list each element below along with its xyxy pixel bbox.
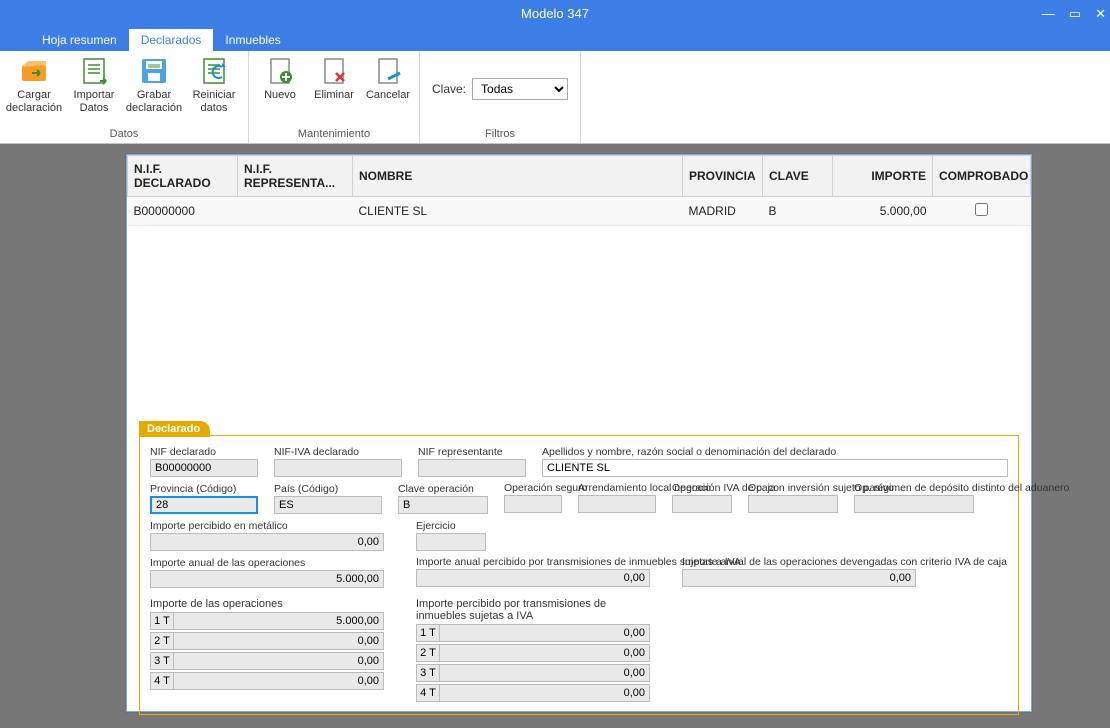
titlebar: Modelo 347 — ▭ ✕ — [0, 0, 1110, 27]
maximize-icon[interactable]: ▭ — [1069, 6, 1081, 22]
ejercicio-field[interactable] — [416, 533, 486, 551]
col-clave[interactable]: CLAVE — [763, 156, 833, 197]
provincia-field[interactable] — [150, 496, 258, 514]
col-nifrep[interactable]: N.I.F. REPRESENTA... — [238, 156, 353, 197]
declarados-grid[interactable]: N.I.F. DECLARADO N.I.F. REPRESENTA... NO… — [127, 155, 1031, 226]
cancelar-button[interactable]: Cancelar — [363, 55, 413, 102]
op-aduanero-field[interactable] — [854, 495, 974, 513]
nombre-field[interactable] — [542, 459, 1008, 477]
group-label-mantenimiento: Mantenimiento — [249, 126, 419, 143]
importe-anual-caja-field[interactable] — [682, 569, 916, 587]
refresh-icon — [198, 55, 230, 87]
importar-datos-button[interactable]: Importar Datos — [66, 55, 122, 115]
ribbon-group-filtros: Clave: Todas Filtros — [420, 51, 581, 143]
grabar-declaracion-button[interactable]: Grabar declaración — [126, 55, 182, 115]
ops-t1-field[interactable] — [174, 612, 384, 630]
metalico-field[interactable] — [150, 533, 384, 551]
declarado-tab-label: Declarado — [139, 421, 210, 437]
ribbon: Cargar declaración Importar Datos Grabar… — [0, 51, 1110, 144]
pais-field[interactable] — [274, 496, 382, 514]
eliminar-button[interactable]: Eliminar — [309, 55, 359, 102]
clave-filter-select[interactable]: Todas — [472, 78, 568, 100]
group-label-filtros: Filtros — [420, 126, 580, 143]
tab-hoja-resumen[interactable]: Hoja resumen — [30, 29, 129, 51]
cell-clave: B — [763, 197, 833, 226]
q4-label: 4 T — [150, 672, 174, 690]
op-seguro-field[interactable] — [504, 495, 562, 513]
cancel-doc-icon — [372, 55, 404, 87]
nif-representante-field[interactable] — [418, 459, 526, 477]
arrendamiento-field[interactable] — [578, 495, 656, 513]
trans-t4-field[interactable] — [440, 684, 650, 702]
importe-anual-field[interactable] — [150, 570, 384, 588]
clave-filter-label: Clave: — [432, 82, 466, 96]
tab-declarados[interactable]: Declarados — [129, 29, 214, 51]
nuevo-button[interactable]: Nuevo — [255, 55, 305, 102]
ribbon-tabs: Hoja resumen Declarados Inmuebles — [0, 27, 1110, 51]
ops-t3-field[interactable] — [174, 652, 384, 670]
q2-label: 2 T — [150, 632, 174, 650]
nif-iva-field[interactable] — [274, 459, 402, 477]
main-panel: N.I.F. DECLARADO N.I.F. REPRESENTA... NO… — [126, 154, 1032, 712]
nif-declarado-field[interactable] — [150, 459, 258, 477]
trans-t2-field[interactable] — [440, 644, 650, 662]
minimize-icon[interactable]: — — [1042, 6, 1055, 22]
delete-doc-icon — [318, 55, 350, 87]
q3-label: 3 T — [150, 652, 174, 670]
table-row[interactable]: B00000000 CLIENTE SL MADRID B 5.000,00 — [128, 197, 1031, 226]
ribbon-group-mantenimiento: Nuevo Eliminar Cancelar Mantenimiento — [249, 51, 420, 143]
tab-inmuebles[interactable]: Inmuebles — [213, 29, 292, 51]
q1-label: 1 T — [150, 612, 174, 630]
col-nombre[interactable]: NOMBRE — [353, 156, 683, 197]
importe-ops-header: Importe de las operaciones — [150, 598, 384, 610]
op-inversion-field[interactable] — [748, 495, 838, 513]
ops-t2-field[interactable] — [174, 632, 384, 650]
importe-anual-iva-field[interactable] — [416, 569, 650, 587]
window-title: Modelo 347 — [521, 6, 589, 21]
import-icon — [78, 55, 110, 87]
cell-nif: B00000000 — [128, 197, 238, 226]
cell-comprobado-checkbox[interactable] — [975, 203, 988, 216]
cargar-declaracion-button[interactable]: Cargar declaración — [6, 55, 62, 115]
close-icon[interactable]: ✕ — [1095, 6, 1106, 22]
col-provincia[interactable]: PROVINCIA — [683, 156, 763, 197]
trans-t3-field[interactable] — [440, 664, 650, 682]
cell-importe: 5.000,00 — [833, 197, 933, 226]
col-importe[interactable]: IMPORTE — [833, 156, 933, 197]
trans-t1-field[interactable] — [440, 624, 650, 642]
cell-nombre: CLIENTE SL — [353, 197, 683, 226]
ribbon-group-datos: Cargar declaración Importar Datos Grabar… — [0, 51, 249, 143]
declarado-form: Declarado NIF declarado NIF-IVA declarad… — [139, 435, 1019, 715]
save-icon — [138, 55, 170, 87]
col-comprobado[interactable]: COMPROBADO — [933, 156, 1031, 197]
new-doc-icon — [264, 55, 296, 87]
importe-trans-header: Importe percibido por transmisiones de i… — [416, 598, 650, 622]
op-iva-caja-field[interactable] — [672, 495, 732, 513]
ops-t4-field[interactable] — [174, 672, 384, 690]
clave-operacion-field[interactable] — [398, 496, 488, 514]
cell-nifrep — [238, 197, 353, 226]
group-label-datos: Datos — [0, 126, 248, 143]
col-nif[interactable]: N.I.F. DECLARADO — [128, 156, 238, 197]
folder-arrow-icon — [18, 55, 50, 87]
cell-prov: MADRID — [683, 197, 763, 226]
reiniciar-datos-button[interactable]: Reiniciar datos — [186, 55, 242, 115]
